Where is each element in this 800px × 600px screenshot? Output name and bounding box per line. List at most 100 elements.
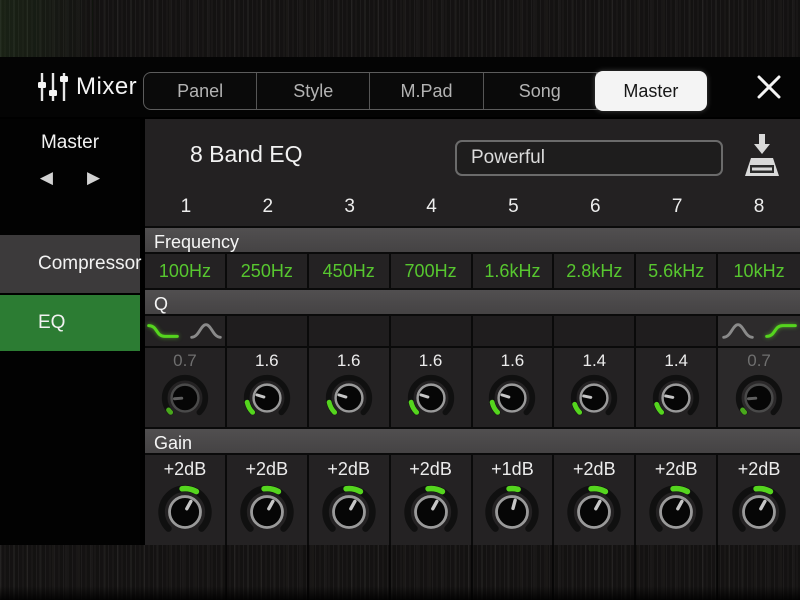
tab-style[interactable]: Style [257,73,370,109]
filter-type-cell-7 [636,316,718,346]
q-knob-row: 0.7 1.6 1.6 1.6 1.6 1.4 [145,348,800,427]
eq-panel: 8 Band EQ Powerful 1 2 3 4 5 6 7 [145,119,800,545]
frequency-value: 700Hz [405,261,457,282]
q-value: 0.7 [747,350,771,372]
q-cell-2: 1.6 [227,348,309,427]
q-cell-4: 1.6 [391,348,473,427]
frequency-cell-2[interactable]: 250Hz [227,254,309,288]
q-section-header: Q [145,288,800,316]
filter-type-cell-3 [309,316,391,346]
filter-type-cell-4 [391,316,473,346]
q-knob[interactable] [159,372,211,424]
gain-value: +2dB [573,457,616,482]
q-value: 1.6 [337,350,361,372]
frequency-row: 100Hz 250Hz 450Hz 700Hz 1.6kHz 2.8kHz 5.… [145,254,800,288]
peak-filter-icon[interactable] [189,320,223,342]
q-knob[interactable] [241,372,293,424]
gain-knob[interactable] [319,482,379,542]
close-button[interactable] [752,73,786,101]
gain-knob[interactable] [237,482,297,542]
eq-header: 8 Band EQ Powerful [145,119,800,189]
band-number: 7 [636,189,718,227]
band-number-row: 1 2 3 4 5 6 7 8 [145,189,800,227]
preset-selector[interactable]: Powerful [455,140,723,176]
filter-type-cell-8[interactable] [718,316,800,346]
frequency-value: 1.6kHz [484,261,540,282]
tab-song[interactable]: Song [484,73,597,109]
top-bezel [0,0,800,58]
q-knob[interactable] [650,372,702,424]
frequency-cell-7[interactable]: 5.6kHz [636,254,718,288]
gain-cell-1: +2dB [145,455,227,545]
part-selector: ◀ ▶ [0,168,140,188]
q-value: 1.6 [501,350,525,372]
q-cell-6: 1.4 [554,348,636,427]
q-cell-1: 0.7 [145,348,227,427]
band-number: 3 [309,189,391,227]
high-shelf-icon[interactable] [764,320,798,342]
filter-type-cell-5 [473,316,555,346]
save-button[interactable] [742,132,782,180]
q-knob[interactable] [323,372,375,424]
content-area: Master ◀ ▶ Compressor EQ 8 Band EQ Power… [0,119,800,545]
frequency-cell-5[interactable]: 1.6kHz [473,254,555,288]
gain-value: +2dB [655,457,698,482]
tab-master[interactable]: Master [595,71,707,111]
q-cell-8: 0.7 [718,348,800,427]
prev-part-arrow-icon[interactable]: ◀ [40,168,53,188]
gain-value: +2dB [738,457,781,482]
low-shelf-icon[interactable] [146,320,180,342]
sidebar-item-compressor[interactable]: Compressor [0,235,140,295]
gain-cell-6: +2dB [554,455,636,545]
gain-cell-4: +2dB [391,455,473,545]
gain-knob[interactable] [155,482,215,542]
tab-panel[interactable]: Panel [144,73,257,109]
bottom-bezel [0,545,800,600]
band-number: 5 [473,189,555,227]
next-part-arrow-icon[interactable]: ▶ [87,168,100,188]
q-value: 1.4 [664,350,688,372]
filter-type-cell-6 [554,316,636,346]
sidebar-item-eq[interactable]: EQ [0,295,140,351]
frequency-cell-1[interactable]: 100Hz [145,254,227,288]
bezel-green-tint [0,0,93,57]
title-bar: Mixer Panel Style M.Pad Song Master [0,57,800,119]
gain-knob[interactable] [482,482,542,542]
gain-cell-2: +2dB [227,455,309,545]
q-cell-3: 1.6 [309,348,391,427]
gain-value: +2dB [164,457,207,482]
frequency-cell-6[interactable]: 2.8kHz [554,254,636,288]
gain-knob[interactable] [729,482,789,542]
part-selector-label: Master [0,132,140,154]
q-knob[interactable] [568,372,620,424]
gain-cell-7: +2dB [636,455,718,545]
tab-mpad[interactable]: M.Pad [370,73,483,109]
q-knob[interactable] [733,372,785,424]
frequency-cell-8[interactable]: 10kHz [718,254,800,288]
frequency-value: 100Hz [159,261,211,282]
frequency-cell-4[interactable]: 700Hz [391,254,473,288]
mixer-sliders-icon [36,70,70,109]
close-icon [756,74,782,100]
gain-cell-8: +2dB [718,455,800,545]
q-cell-7: 1.4 [636,348,718,427]
gain-section-header: Gain [145,427,800,455]
frequency-cell-3[interactable]: 450Hz [309,254,391,288]
page-title: Mixer [76,57,137,117]
filter-type-cell-1[interactable] [145,316,227,346]
peak-filter-icon[interactable] [721,320,755,342]
gain-cell-3: +2dB [309,455,391,545]
q-knob[interactable] [405,372,457,424]
sidebar-item-label: EQ [38,312,65,334]
sidebar: Master ◀ ▶ Compressor EQ [0,119,140,545]
frequency-value: 250Hz [241,261,293,282]
q-knob[interactable] [486,372,538,424]
preset-name: Powerful [471,147,545,169]
gain-knob[interactable] [401,482,461,542]
band-number: 8 [718,189,800,227]
sidebar-item-label: Compressor [38,253,141,275]
q-value: 1.4 [582,350,606,372]
gain-knob[interactable] [646,482,706,542]
gain-knob[interactable] [564,482,624,542]
q-value: 1.6 [255,350,279,372]
